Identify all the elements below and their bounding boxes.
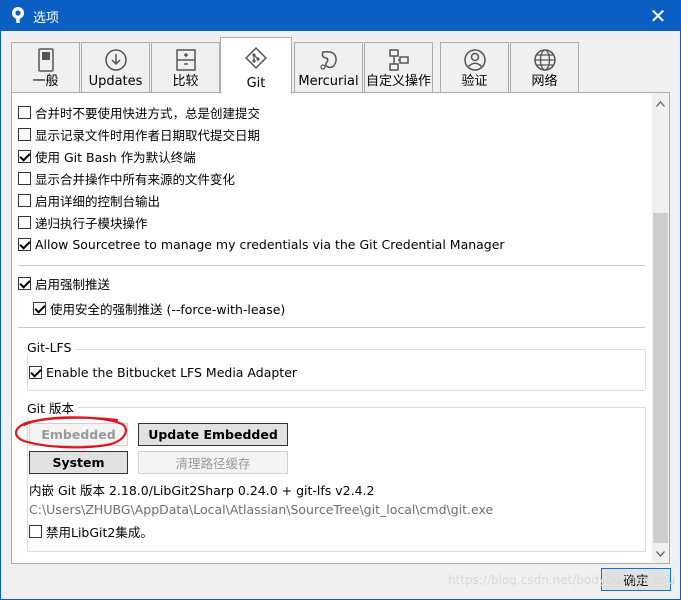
tab-compare[interactable]: 比较 (151, 42, 220, 92)
git-path: C:\Users\ZHUBG\AppData\Local\Atlassian\S… (29, 502, 494, 517)
git-icon (245, 47, 267, 69)
close-icon: ✕ (649, 3, 667, 28)
tab-git[interactable]: Git (220, 37, 292, 94)
checkbox[interactable] (18, 149, 31, 163)
custom-actions-icon (388, 49, 409, 71)
git-settings-panel: 合并时不要使用快进方式，总是创建提交 显示记录文件时用作者日期取代提交日期 使用… (11, 92, 670, 564)
tab-authentication[interactable]: 验证 (440, 42, 509, 92)
ok-button[interactable]: 确定 (601, 568, 671, 591)
tab-network[interactable]: 网络 (510, 42, 579, 92)
option-force-with-lease[interactable]: 使用安全的强制推送 (--force-with-lease) (33, 299, 285, 317)
window-title: 选项 (33, 11, 60, 26)
chevron-down-icon (656, 550, 665, 557)
git-version-title: Git 版本 (27, 398, 79, 417)
option-label: Allow Sourcetree to manage my credential… (35, 236, 505, 252)
settings-content: 合并时不要使用快进方式，总是创建提交 显示记录文件时用作者日期取代提交日期 使用… (12, 93, 652, 563)
checkbox[interactable] (18, 237, 31, 251)
tab-label: Git (246, 76, 266, 91)
option-label: 使用 Git Bash 作为默认终端 (35, 149, 196, 165)
option-recurse-submodules[interactable]: 递归执行子模块操作 (18, 213, 148, 231)
tab-custom-actions[interactable]: 自定义操作 (364, 42, 433, 92)
scrollbar-thumb[interactable] (653, 213, 668, 543)
tab-label: 比较 (172, 74, 199, 89)
checkbox[interactable] (18, 171, 31, 185)
compare-icon (175, 49, 196, 71)
option-label: 显示记录文件时用作者日期取代提交日期 (35, 127, 261, 143)
option-lfs-media-adapter[interactable]: Enable the Bitbucket LFS Media Adapter (29, 363, 297, 381)
update-embedded-button[interactable]: Update Embedded (138, 423, 288, 446)
tab-label: 网络 (531, 74, 558, 89)
clear-path-cache-button[interactable]: 清理路径缓存 (138, 451, 288, 474)
checkbox[interactable] (18, 215, 31, 229)
git-version-info: 内嵌 Git 版本 2.18.0/LibGit2Sharp 0.24.0 + g… (29, 483, 375, 498)
option-label: 使用安全的强制推送 (--force-with-lease) (50, 301, 286, 317)
separator (18, 265, 645, 266)
checkbox[interactable] (18, 193, 31, 207)
option-author-date[interactable]: 显示记录文件时用作者日期取代提交日期 (18, 125, 260, 143)
option-label: Enable the Bitbucket LFS Media Adapter (46, 364, 298, 380)
scroll-up-arrow[interactable] (652, 95, 669, 112)
vertical-scrollbar[interactable] (652, 93, 669, 563)
switch-icon (37, 48, 54, 72)
checkbox[interactable] (18, 105, 31, 119)
checkbox[interactable] (29, 524, 42, 538)
download-icon (104, 49, 127, 71)
option-credential-manager[interactable]: Allow Sourcetree to manage my credential… (18, 235, 505, 253)
tab-general[interactable]: 一般 (11, 42, 80, 92)
option-label: 合并时不要使用快进方式，总是创建提交 (35, 105, 261, 121)
checkbox[interactable] (33, 301, 46, 315)
tab-label: 一般 (32, 74, 59, 89)
chevron-up-icon (656, 100, 665, 107)
scroll-down-arrow[interactable] (652, 545, 669, 562)
option-label: 递归执行子模块操作 (35, 215, 148, 231)
checkbox[interactable] (29, 365, 42, 379)
checkbox[interactable] (18, 127, 31, 141)
mercurial-icon (319, 50, 337, 70)
user-icon (463, 49, 486, 71)
tab-mercurial[interactable]: Mercurial (294, 42, 363, 92)
option-label: 禁用LibGit2集成。 (46, 524, 153, 540)
title-bar: 选项 ✕ (0, 0, 681, 31)
option-git-bash-terminal[interactable]: 使用 Git Bash 作为默认终端 (18, 147, 196, 165)
tab-label: 自定义操作 (365, 74, 431, 89)
tab-label: Updates (88, 74, 143, 89)
close-button[interactable]: ✕ (635, 0, 681, 31)
option-label: 启用详细的控制台输出 (35, 193, 161, 209)
globe-icon (533, 49, 556, 71)
option-disable-libgit2[interactable]: 禁用LibGit2集成。 (29, 522, 153, 540)
tab-updates[interactable]: Updates (81, 42, 150, 92)
tab-label: 验证 (461, 74, 488, 89)
tab-label: Mercurial (298, 74, 359, 89)
option-merge-all-sources[interactable]: 显示合并操作中所有来源的文件变化 (18, 169, 235, 187)
option-label: 启用强制推送 (35, 276, 111, 292)
option-label: 显示合并操作中所有来源的文件变化 (35, 171, 236, 187)
checkbox[interactable] (18, 276, 31, 290)
option-verbose-console[interactable]: 启用详细的控制台输出 (18, 191, 160, 209)
system-button[interactable]: System (29, 451, 128, 474)
separator (18, 327, 645, 328)
embedded-button[interactable]: Embedded (29, 423, 128, 446)
option-force-push[interactable]: 启用强制推送 (18, 274, 110, 292)
git-lfs-title: Git-LFS (27, 340, 76, 355)
option-no-fast-forward[interactable]: 合并时不要使用快进方式，总是创建提交 (18, 103, 260, 121)
sourcetree-logo-icon (12, 7, 24, 23)
